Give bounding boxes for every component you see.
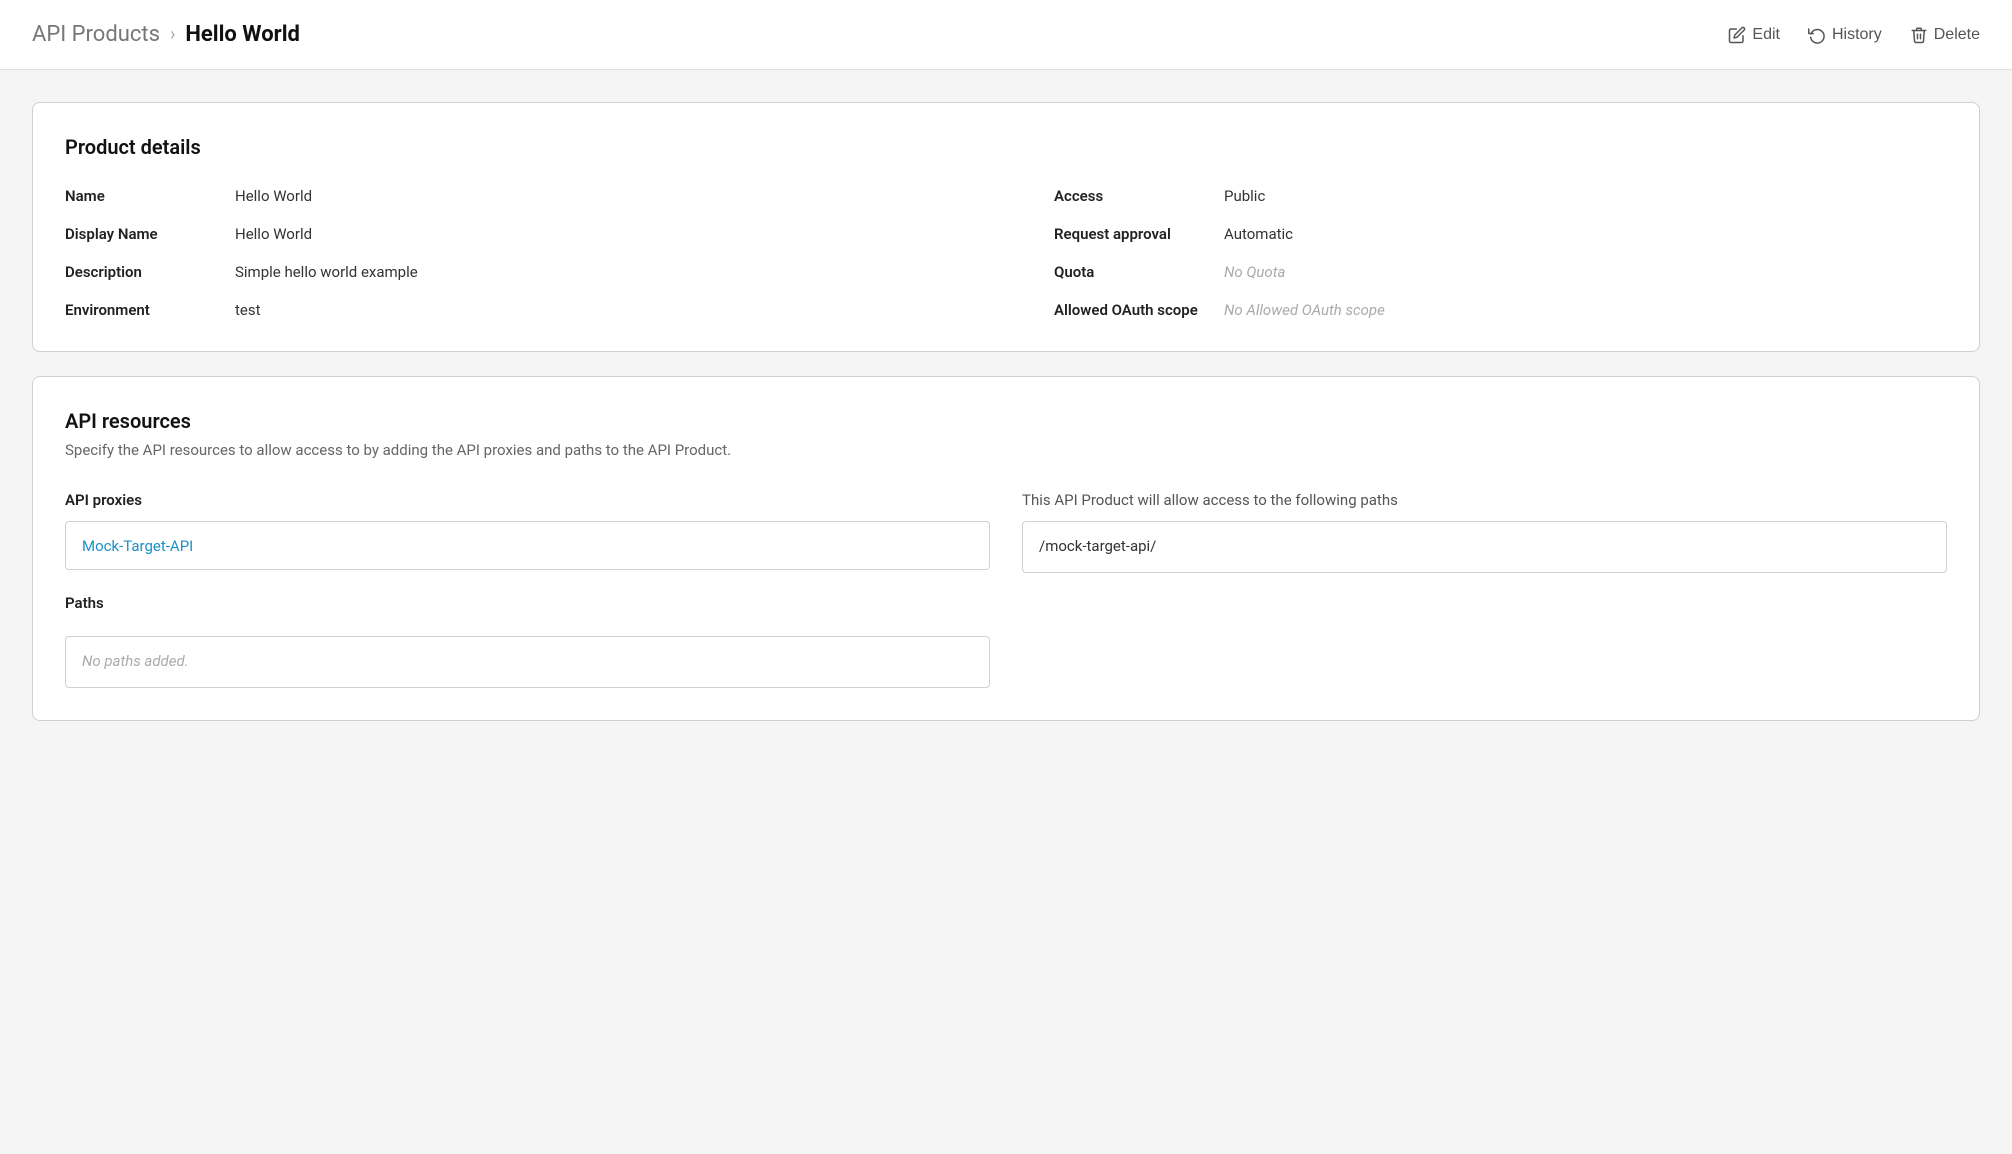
detail-row-environment: Environment test	[65, 301, 958, 319]
detail-row-name: Name Hello World	[65, 187, 958, 205]
details-right: Access Public Request approval Automatic…	[1006, 187, 1947, 319]
page-header: API Products › Hello World Edit History	[0, 0, 2012, 70]
value-environment: test	[235, 301, 261, 319]
proxies-label: API proxies	[65, 491, 990, 509]
value-display-name: Hello World	[235, 225, 312, 243]
allowed-paths-section: This API Product will allow access to th…	[1022, 491, 1947, 688]
history-icon	[1808, 24, 1826, 45]
detail-row-request-approval: Request approval Automatic	[1054, 225, 1947, 243]
product-details-card: Product details Name Hello World Display…	[32, 102, 1980, 352]
detail-row-oauth-scope: Allowed OAuth scope No Allowed OAuth sco…	[1054, 301, 1947, 319]
value-oauth-scope: No Allowed OAuth scope	[1224, 301, 1385, 319]
label-request-approval: Request approval	[1054, 225, 1224, 243]
value-access: Public	[1224, 187, 1265, 205]
value-description: Simple hello world example	[235, 263, 418, 281]
value-name: Hello World	[235, 187, 312, 205]
label-oauth-scope: Allowed OAuth scope	[1054, 301, 1224, 319]
paths-section: Paths No paths added.	[65, 594, 990, 688]
label-quota: Quota	[1054, 263, 1224, 281]
proxy-link[interactable]: Mock-Target-API	[82, 537, 193, 555]
api-proxy-box: Mock-Target-API	[65, 521, 990, 570]
value-request-approval: Automatic	[1224, 225, 1293, 243]
paths-box: No paths added.	[65, 636, 990, 688]
header-actions: Edit History Delete	[1728, 20, 1980, 49]
allowed-path-value: /mock-target-api/	[1039, 537, 1156, 555]
api-resources-left: API proxies Mock-Target-API Paths No pat…	[65, 491, 990, 688]
api-proxies-section: API proxies Mock-Target-API	[65, 491, 990, 594]
details-grid: Name Hello World Display Name Hello Worl…	[65, 187, 1947, 319]
main-content: Product details Name Hello World Display…	[0, 70, 2012, 753]
history-label: History	[1832, 26, 1882, 44]
label-name: Name	[65, 187, 235, 205]
detail-row-access: Access Public	[1054, 187, 1947, 205]
delete-button[interactable]: Delete	[1910, 20, 1980, 49]
api-resources-card: API resources Specify the API resources …	[32, 376, 1980, 721]
paths-label: Paths	[65, 594, 990, 612]
edit-button[interactable]: Edit	[1728, 20, 1780, 49]
details-left: Name Hello World Display Name Hello Worl…	[65, 187, 1006, 319]
api-resources-subtitle: Specify the API resources to allow acces…	[65, 441, 1947, 459]
allowed-paths-box: /mock-target-api/	[1022, 521, 1947, 573]
breadcrumb-current: Hello World	[185, 22, 300, 47]
allowed-paths-label: This API Product will allow access to th…	[1022, 491, 1947, 509]
edit-label: Edit	[1752, 26, 1780, 44]
delete-label: Delete	[1934, 26, 1980, 44]
api-resources-title: API resources	[65, 409, 1947, 433]
paths-empty: No paths added.	[82, 652, 189, 670]
detail-row-quota: Quota No Quota	[1054, 263, 1947, 281]
breadcrumb: API Products › Hello World	[32, 22, 300, 47]
breadcrumb-parent[interactable]: API Products	[32, 22, 160, 47]
label-description: Description	[65, 263, 235, 281]
breadcrumb-separator: ›	[170, 24, 175, 45]
edit-icon	[1728, 24, 1746, 45]
api-resources-body: API proxies Mock-Target-API Paths No pat…	[65, 491, 1947, 688]
value-quota: No Quota	[1224, 263, 1285, 281]
history-button[interactable]: History	[1808, 20, 1882, 49]
product-details-title: Product details	[65, 135, 1947, 159]
delete-icon	[1910, 24, 1928, 45]
label-environment: Environment	[65, 301, 235, 319]
label-display-name: Display Name	[65, 225, 235, 243]
label-access: Access	[1054, 187, 1224, 205]
detail-row-description: Description Simple hello world example	[65, 263, 958, 281]
detail-row-display-name: Display Name Hello World	[65, 225, 958, 243]
